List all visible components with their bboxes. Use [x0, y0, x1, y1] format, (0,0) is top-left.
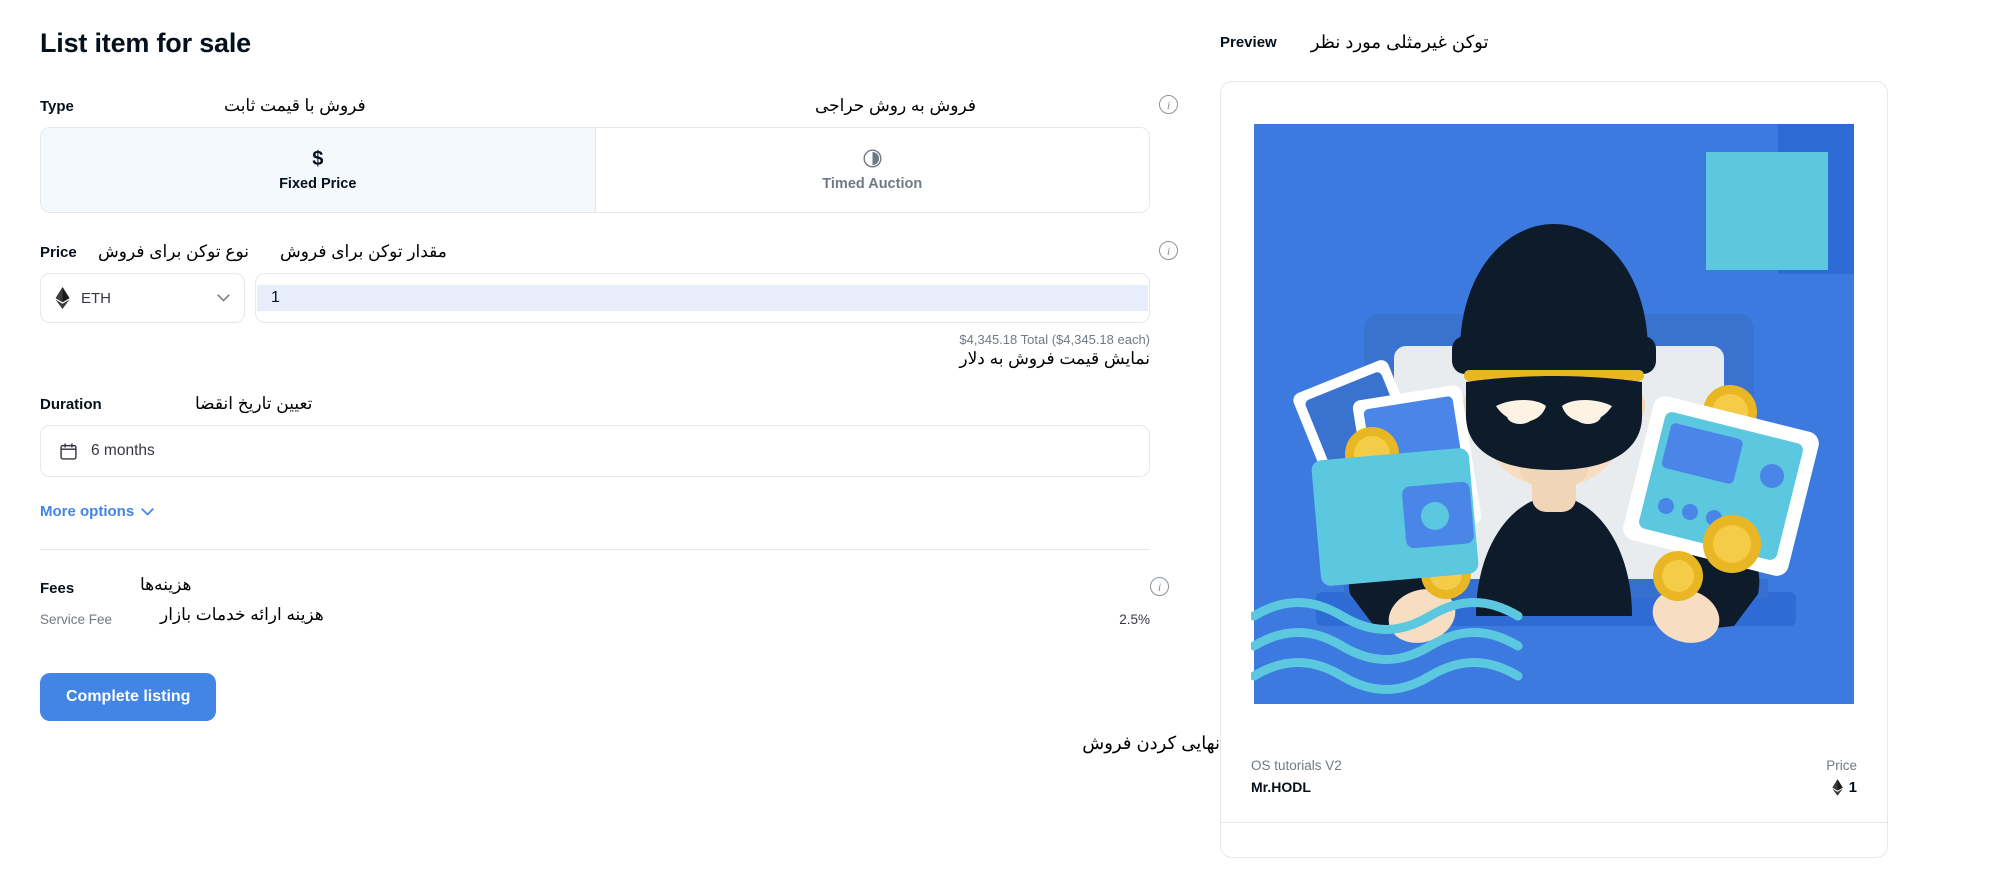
listing-form-panel: List item for sale Type فروش با قیمت ثاب…	[0, 0, 1220, 890]
duration-annotation: تعیین تاریخ انقضا	[195, 394, 313, 413]
price-total-annotation: نمایش قیمت فروش به دلار	[959, 349, 1150, 368]
more-options-toggle[interactable]: More options	[40, 503, 154, 520]
price-total-text: $4,345.18 Total ($4,345.18 each)	[959, 332, 1150, 347]
fees-info-icon[interactable]: i	[1150, 577, 1169, 596]
preview-panel: Preview توکن غیرمثلی مورد نظر OS tutoria…	[1220, 0, 2016, 890]
currency-value: ETH	[81, 289, 111, 307]
chevron-down-icon	[217, 294, 230, 302]
clock-icon	[862, 148, 883, 169]
preview-header: Preview توکن غیرمثلی مورد نظر	[1220, 28, 1968, 56]
duration-value: 6 months	[91, 442, 155, 459]
type-option-timed-auction-label: Timed Auction	[822, 176, 923, 192]
service-fee-annotation: هزینه ارائه خدمات بازار	[160, 605, 324, 624]
type-fixed-annotation: فروش با قیمت ثابت	[224, 96, 366, 115]
chevron-down-icon	[141, 507, 154, 516]
duration-select[interactable]: 6 months	[40, 425, 1150, 477]
fees-header-row: Fees هزینه‌ها i	[40, 575, 1169, 600]
nft-card-price: Price 1	[1826, 758, 1857, 796]
fees-annotation: هزینه‌ها	[140, 575, 192, 594]
list-item-for-sale-page: List item for sale Type فروش با قیمت ثاب…	[0, 0, 2016, 890]
type-label: Type	[40, 97, 74, 115]
nft-item-name: Mr.HODL	[1251, 779, 1311, 795]
nft-collection-name: OS tutorials V2	[1251, 758, 1342, 773]
service-fee-label: Service Fee	[40, 611, 113, 627]
preview-label: Preview	[1220, 33, 1277, 51]
type-option-fixed-price-label: Fixed Price	[279, 175, 357, 192]
nft-price-row: 1	[1826, 779, 1857, 796]
duration-label: Duration	[40, 395, 102, 413]
complete-listing-annotation: نهایی کردن فروش	[1082, 733, 1220, 753]
complete-listing-button[interactable]: Complete listing	[40, 673, 217, 721]
type-selector: $ Fixed Price Timed Auction	[40, 127, 1150, 213]
masked-thief-with-cards-and-coins-illustration	[1251, 124, 1854, 704]
fees-title: Fees	[40, 579, 75, 597]
duration-label-row: Duration تعیین تاریخ انقضا	[40, 391, 1220, 417]
ethereum-diamond-icon	[55, 287, 70, 309]
type-info-icon[interactable]: i	[1159, 95, 1178, 114]
nft-preview-card[interactable]: OS tutorials V2 Mr.HODL Price 1	[1220, 81, 1888, 858]
service-fee-value: 2.5%	[1119, 611, 1150, 627]
price-token-type-annotation: نوع توکن برای فروش	[98, 242, 249, 261]
nft-artwork-container	[1221, 82, 1887, 734]
section-divider	[40, 549, 1150, 550]
preview-annotation: توکن غیرمثلی مورد نظر	[1310, 31, 1489, 52]
price-amount-selection: 1	[257, 285, 1148, 311]
more-options-label: More options	[40, 503, 135, 520]
type-option-timed-auction[interactable]: Timed Auction	[594, 128, 1149, 212]
price-amount-annotation: مقدار توکن برای فروش	[280, 242, 447, 261]
nft-card-footer	[1221, 823, 1887, 857]
price-info-icon[interactable]: i	[1159, 241, 1178, 260]
page-title: List item for sale	[40, 28, 251, 58]
nft-price-value: 1	[1848, 779, 1857, 796]
calendar-icon	[59, 442, 78, 461]
type-option-fixed-price[interactable]: $ Fixed Price	[41, 128, 595, 212]
nft-card-identity: OS tutorials V2 Mr.HODL	[1251, 758, 1342, 795]
price-label: Price	[40, 243, 77, 261]
table-row: Service Fee هزینه ارائه خدمات بازار 2.5%	[40, 605, 1150, 631]
price-label-row: Price مقدار توکن برای فروش نوع توکن برای…	[40, 239, 1220, 265]
currency-select[interactable]: ETH	[40, 273, 245, 323]
nft-price-label: Price	[1826, 758, 1857, 773]
type-label-row: Type فروش با قیمت ثابت فروش به روش حراجی…	[40, 93, 1220, 119]
dollar-icon: $	[312, 147, 324, 170]
type-auction-annotation: فروش به روش حراجی	[815, 96, 976, 115]
ethereum-diamond-icon	[1831, 779, 1843, 796]
price-amount-input[interactable]: 1	[255, 273, 1150, 323]
nft-card-meta: OS tutorials V2 Mr.HODL Price 1	[1221, 734, 1887, 796]
price-amount-value: 1	[271, 289, 280, 306]
price-input-row: ETH 1	[40, 273, 1150, 323]
